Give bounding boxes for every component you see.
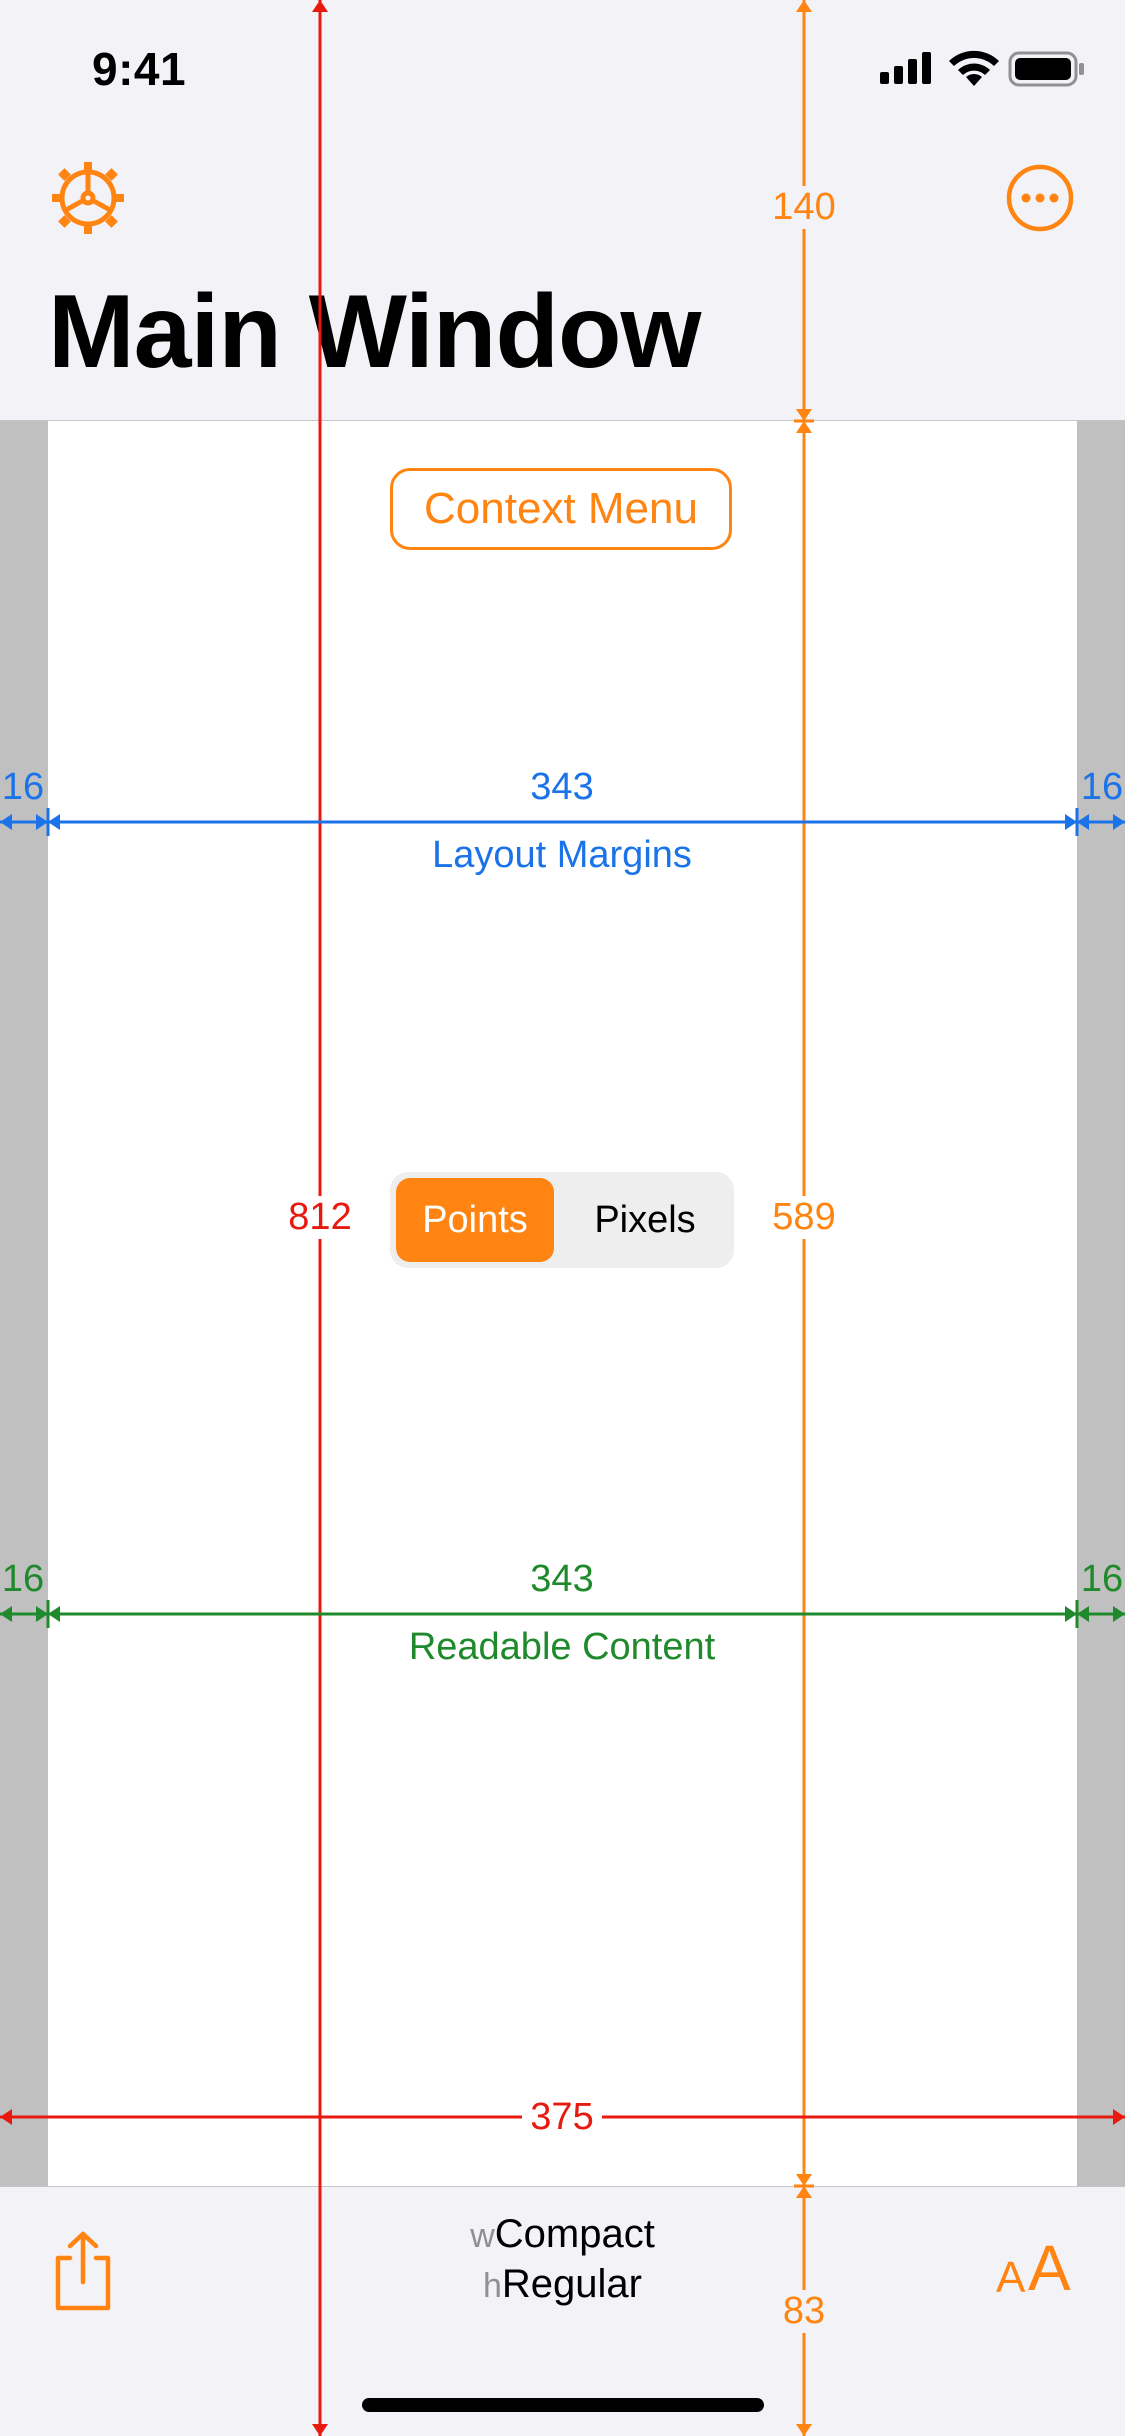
height-prefix: h — [483, 2267, 502, 2305]
measurement-lines — [0, 0, 1125, 2436]
layout-width-value: 343 — [530, 766, 594, 808]
layout-margin-right-value: 16 — [1080, 766, 1124, 808]
layout-margin-left-value: 16 — [1, 766, 45, 808]
home-indicator — [362, 2398, 764, 2412]
nav-height-label: 140 — [754, 186, 854, 229]
content-height-value: 589 — [760, 1196, 848, 1239]
window-height-value: 812 — [276, 1196, 364, 1239]
layout-margins-label: Layout Margins — [432, 834, 692, 876]
readable-margin-left-value: 16 — [1, 1558, 45, 1600]
height-size-class: hRegular — [0, 2262, 1125, 2307]
window-width-value: 375 — [522, 2096, 602, 2139]
width-size-class: wCompact — [0, 2212, 1125, 2257]
readable-content-label: Readable Content — [408, 1626, 716, 1668]
width-class: Compact — [494, 2212, 655, 2256]
text-size-icon[interactable]: A A — [996, 2230, 1096, 2300]
readable-width-value: 343 — [530, 1558, 594, 1600]
readable-margin-right-value: 16 — [1080, 1558, 1124, 1600]
width-prefix: w — [470, 2217, 495, 2255]
height-class: Regular — [501, 2262, 642, 2306]
